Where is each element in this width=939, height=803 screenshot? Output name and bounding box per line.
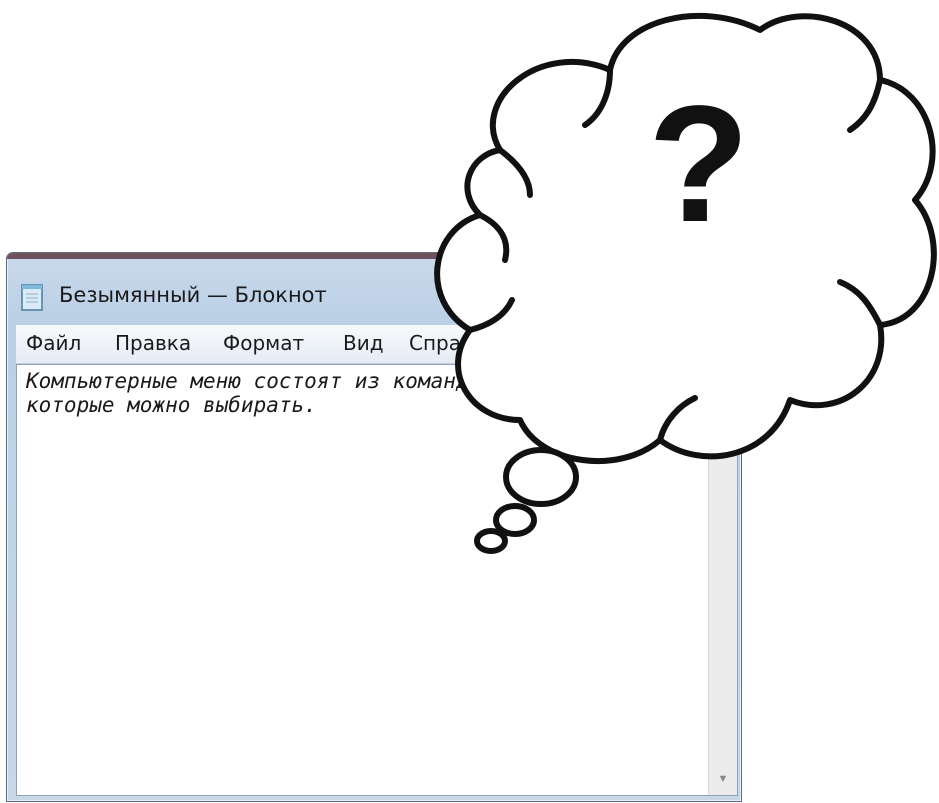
notepad-icon	[21, 284, 43, 311]
notepad-window: Безымянный — Блокнот Файл Правка Формат …	[6, 252, 742, 802]
editor-content[interactable]: Компьютерные меню состоят из команд, кот…	[26, 369, 481, 417]
editor-line-1: Компьютерные меню состоят из команд,	[26, 369, 482, 393]
scroll-up-arrow-icon[interactable]: ▲	[709, 367, 737, 395]
close-button[interactable]	[643, 268, 739, 302]
close-icon	[681, 276, 701, 294]
text-editor[interactable]: Компьютерные меню состоят из команд, кот…	[16, 364, 738, 796]
maximize-icon	[610, 278, 626, 292]
menu-item-edit[interactable]: Правка	[115, 331, 191, 355]
menu-item-help[interactable]: Справка	[409, 331, 497, 355]
menu-bar: Файл Правка Формат Вид Справка	[16, 325, 738, 364]
vertical-scrollbar[interactable]: ▲ ▼	[708, 365, 737, 795]
question-mark: ?	[648, 72, 750, 257]
maximize-button[interactable]	[592, 268, 644, 302]
editor-line-2: которые можно выбирать.	[26, 393, 317, 417]
minimize-icon	[557, 284, 575, 291]
window-title: Безымянный — Блокнот	[59, 283, 327, 307]
menu-item-format[interactable]: Формат	[223, 331, 304, 355]
title-bar[interactable]: Безымянный — Блокнот	[7, 259, 741, 319]
scroll-down-arrow-icon[interactable]: ▼	[709, 765, 737, 793]
minimize-button[interactable]	[539, 268, 593, 302]
menu-item-view[interactable]: Вид	[343, 331, 384, 355]
menu-item-file[interactable]: Файл	[26, 331, 81, 355]
